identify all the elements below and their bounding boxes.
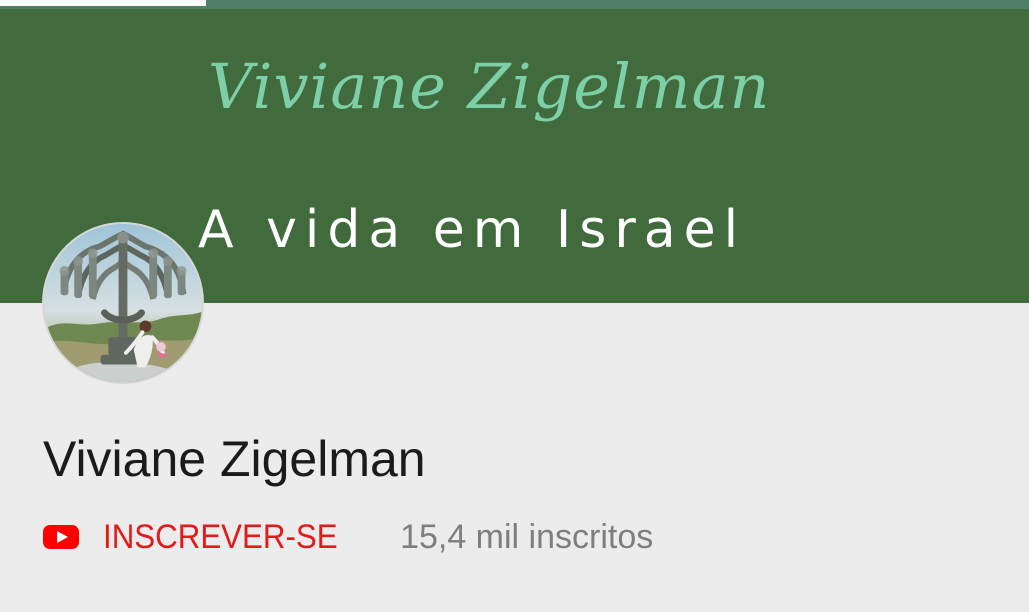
subscribe-row: INSCREVER-SE 15,4 mil inscritos bbox=[43, 517, 653, 557]
channel-name: Viviane Zigelman bbox=[43, 431, 426, 487]
channel-page: Viviane Zigelman A vida em Israel Vivian… bbox=[0, 0, 1029, 612]
avatar-image bbox=[44, 224, 202, 382]
channel-avatar[interactable] bbox=[42, 222, 204, 384]
subscribe-button[interactable]: INSCREVER-SE bbox=[103, 518, 338, 557]
progress-indicator bbox=[0, 0, 206, 6]
youtube-play-icon[interactable] bbox=[43, 525, 79, 549]
subscriber-count: 15,4 mil inscritos bbox=[400, 517, 654, 556]
banner-title: Viviane Zigelman bbox=[208, 50, 771, 123]
banner-subtitle: A vida em Israel bbox=[198, 200, 747, 260]
